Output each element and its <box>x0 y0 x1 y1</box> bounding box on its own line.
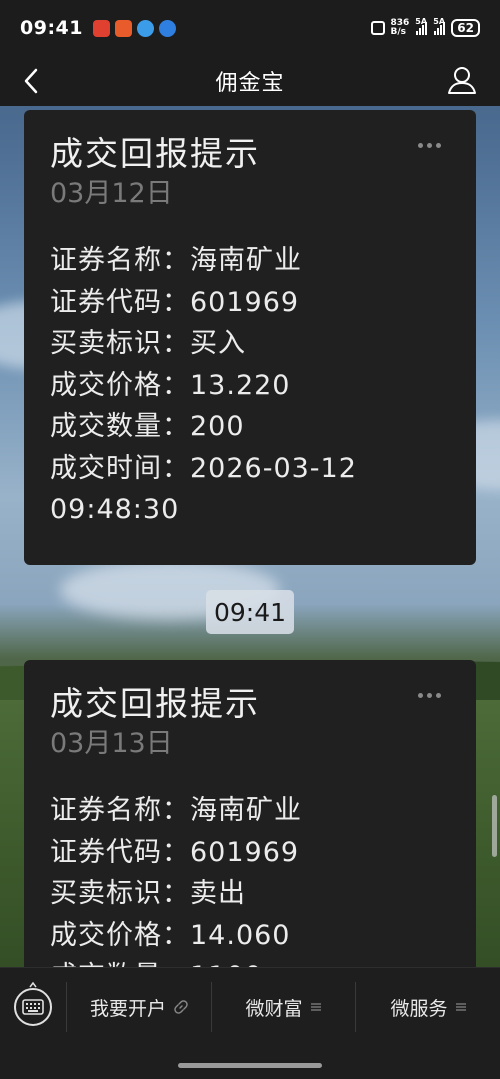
status-indicators: 836 B/s 5A 5A 62 <box>370 17 480 37</box>
detail-row-trade-side: 买卖标识：买入 <box>50 328 246 359</box>
detail-row-trade-side: 买卖标识：卖出 <box>50 878 246 909</box>
app-notification-icon <box>92 19 110 37</box>
network-speed-unit: B/s <box>390 27 407 37</box>
message-notification-icon <box>136 19 154 37</box>
link-icon <box>174 1000 188 1014</box>
back-button[interactable] <box>18 66 48 96</box>
status-bar: 09:41 836 B/s 5A 5A 62 <box>0 0 500 56</box>
notification-icons <box>92 19 176 37</box>
chat-timestamp: 09:41 <box>206 590 294 634</box>
keyboard-icon <box>22 999 44 1015</box>
menu-lines-icon <box>310 1003 321 1011</box>
detail-row-security-name: 证券名称：海南矿业 <box>50 245 302 276</box>
signal-icon: 5A <box>415 17 428 35</box>
detail-row-security-code: 证券代码：601969 <box>50 286 300 318</box>
trade-report-card: 成交回报提示 03月13日 证券名称：海南矿业 证券代码：601969 买卖标识… <box>24 660 476 980</box>
navigation-bar: 佣金宝 <box>0 56 500 106</box>
card-date: 03月13日 <box>50 728 173 759</box>
page-title: 佣金宝 <box>215 71 285 96</box>
detail-row-security-name: 证券名称：海南矿业 <box>50 795 302 826</box>
detail-row-trade-time: 成交时间：2026-03-12 <box>50 452 357 484</box>
detail-row-trade-price: 成交价格：13.220 <box>50 369 291 401</box>
keyboard-toggle-button[interactable] <box>14 988 52 1026</box>
detail-row-security-code: 证券代码：601969 <box>50 836 300 868</box>
menu-open-account[interactable]: 我要开户 <box>68 982 210 1032</box>
menu-label: 微财富 <box>245 997 303 1020</box>
card-date: 03月12日 <box>50 178 173 209</box>
nfc-icon <box>370 21 385 35</box>
detail-row-trade-time-continued: 09:48:30 <box>50 494 180 525</box>
signal-icon: 5A <box>433 17 446 35</box>
card-title: 成交回报提示 <box>50 134 260 173</box>
menu-label: 我要开户 <box>89 997 166 1020</box>
menu-lines-icon <box>455 1003 466 1011</box>
menu-label: 微服务 <box>390 997 448 1020</box>
app-notification-icon <box>114 19 132 37</box>
signal-label: 5A <box>415 17 428 26</box>
more-options-button[interactable] <box>418 688 446 702</box>
person-icon <box>448 67 476 94</box>
detail-row-trade-price: 成交价格：14.060 <box>50 919 291 951</box>
detail-row-trade-quantity: 成交数量：200 <box>50 411 245 442</box>
menu-wealth[interactable]: 微财富 <box>212 982 354 1032</box>
scrollbar[interactable] <box>492 795 497 857</box>
battery-indicator: 62 <box>451 19 480 37</box>
browser-notification-icon <box>158 19 176 37</box>
trade-report-card: 成交回报提示 03月12日 证券名称：海南矿业 证券代码：601969 买卖标识… <box>24 110 476 565</box>
more-options-button[interactable] <box>418 138 446 152</box>
chevron-left-icon <box>24 68 38 94</box>
profile-button[interactable] <box>446 64 478 96</box>
signal-label: 5A <box>433 17 446 26</box>
card-title: 成交回报提示 <box>50 684 260 723</box>
menu-services[interactable]: 微服务 <box>356 982 500 1032</box>
menu-divider <box>66 982 67 1032</box>
home-indicator[interactable] <box>178 1063 322 1068</box>
status-time: 09:41 <box>20 17 83 39</box>
network-speed: 836 B/s <box>391 19 410 37</box>
